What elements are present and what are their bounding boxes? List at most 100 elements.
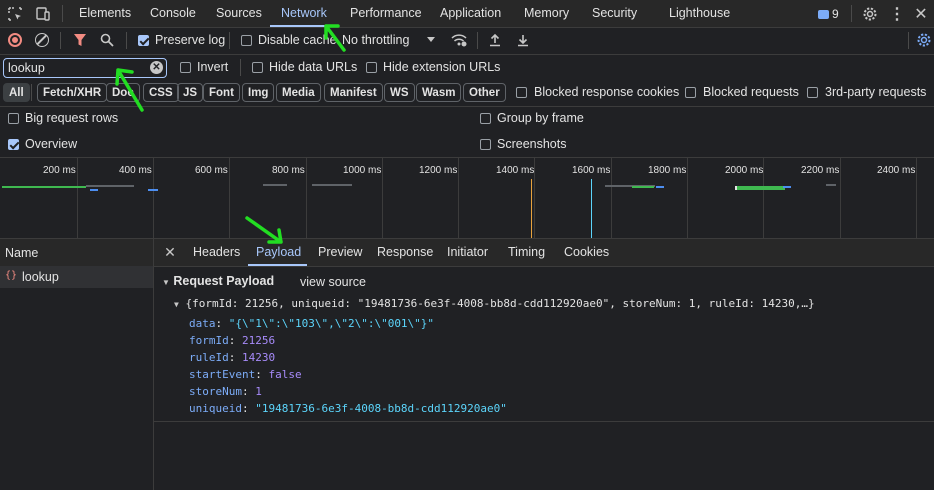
network-settings-icon[interactable] (915, 31, 933, 49)
blocked-requests-checkbox[interactable] (685, 87, 696, 98)
annotation-arrow-icon (324, 24, 346, 52)
divider (154, 266, 934, 267)
tab-security[interactable]: Security (592, 0, 637, 27)
divider (477, 32, 478, 49)
payload-value: false (268, 368, 302, 381)
request-payload-section-header[interactable]: ▼ Request Payload (162, 274, 274, 288)
colon: : (215, 317, 229, 330)
request-row[interactable]: {} lookup (0, 266, 153, 288)
timeline-bar (148, 189, 158, 191)
search-icon[interactable] (99, 32, 115, 48)
blocked-response-cookies-checkbox[interactable] (516, 87, 527, 98)
tab-cookies[interactable]: Cookies (564, 240, 609, 265)
tab-timing[interactable]: Timing (508, 240, 545, 265)
filter-icon[interactable] (72, 32, 88, 48)
blocked-requests-label: Blocked requests (703, 85, 799, 99)
hide-data-urls-checkbox[interactable] (252, 62, 263, 73)
colon: : (241, 402, 256, 415)
timeline-bar (632, 186, 654, 188)
type-filter-media[interactable]: Media (276, 83, 321, 102)
payload-field: formId: 21256 (189, 334, 275, 347)
type-filter-js[interactable]: JS (177, 83, 204, 102)
tab-memory[interactable]: Memory (524, 0, 569, 27)
divider (229, 32, 230, 49)
divider (126, 32, 127, 49)
network-conditions-icon[interactable] (450, 32, 468, 48)
disable-cache-checkbox[interactable] (241, 35, 252, 46)
preserve-log-checkbox[interactable] (138, 35, 149, 46)
payload-value: 14230 (242, 351, 276, 364)
tab-console[interactable]: Console (150, 0, 196, 27)
issues-badge[interactable]: 9 (818, 7, 839, 21)
tab-lighthouse[interactable]: Lighthouse (669, 0, 730, 27)
tab-initiator[interactable]: Initiator (447, 240, 488, 265)
group-by-frame-checkbox[interactable] (480, 113, 491, 124)
chevron-down-icon[interactable] (425, 34, 437, 46)
type-filter-fetch-xhr[interactable]: Fetch/XHR (37, 83, 108, 102)
close-devtools-icon[interactable]: ✕ (913, 5, 929, 23)
requests-header[interactable]: Name (0, 239, 153, 266)
overview-checkbox[interactable] (8, 139, 19, 150)
type-filter-all[interactable]: All (3, 83, 30, 102)
type-filter-ws[interactable]: WS (384, 83, 415, 102)
panel-divider[interactable] (153, 239, 154, 490)
close-detail-icon[interactable]: ✕ (162, 244, 178, 260)
record-button[interactable] (8, 33, 22, 47)
issues-count: 9 (832, 7, 839, 21)
payload-key: data (189, 317, 216, 330)
payload-key: uniqueid (189, 402, 242, 415)
dom-content-loaded-marker (531, 179, 532, 238)
type-filter-css[interactable]: CSS (143, 83, 179, 102)
clear-filter-icon[interactable]: ✕ (150, 61, 163, 74)
tab-elements[interactable]: Elements (79, 0, 131, 27)
type-filter-font[interactable]: Font (203, 83, 240, 102)
import-har-icon[interactable] (487, 32, 503, 48)
type-filter-img[interactable]: Img (242, 83, 275, 102)
payload-key: formId (189, 334, 229, 347)
timeline-tick: 2400 ms (877, 165, 916, 176)
device-toolbar-icon[interactable] (34, 5, 52, 23)
xhr-icon: {} (5, 270, 18, 281)
third-party-requests-checkbox[interactable] (807, 87, 818, 98)
third-party-requests-label: 3rd-party requests (825, 85, 927, 99)
tab-sources[interactable]: Sources (216, 0, 262, 27)
tab-performance[interactable]: Performance (350, 0, 422, 27)
grid-line (687, 158, 688, 238)
timeline-bar (312, 184, 352, 186)
hide-extension-urls-label: Hide extension URLs (383, 60, 501, 74)
timeline-tick: 1800 ms (648, 165, 687, 176)
payload-field: ruleId: 14230 (189, 351, 275, 364)
timeline-bar (735, 186, 785, 190)
preserve-log-label: Preserve log (155, 33, 226, 47)
big-request-rows-checkbox[interactable] (8, 113, 19, 124)
clear-button[interactable] (35, 33, 49, 47)
export-har-icon[interactable] (515, 32, 531, 48)
colon: : (255, 368, 269, 381)
throttling-select[interactable]: No throttling (342, 33, 409, 47)
view-source-link[interactable]: view source (300, 275, 366, 289)
divider (154, 421, 934, 422)
hide-extension-urls-checkbox[interactable] (366, 62, 377, 73)
hide-data-urls-label: Hide data URLs (269, 60, 358, 74)
tab-headers[interactable]: Headers (193, 240, 240, 265)
more-options-icon[interactable]: ⋮ (889, 5, 905, 23)
screenshots-checkbox[interactable] (480, 139, 491, 150)
tab-preview[interactable]: Preview (318, 240, 362, 265)
timeline-tick: 1000 ms (343, 165, 382, 176)
type-filter-manifest[interactable]: Manifest (324, 83, 383, 102)
settings-gear-icon[interactable] (861, 5, 879, 23)
grid-line (611, 158, 612, 238)
group-by-frame-label: Group by frame (497, 111, 584, 125)
invert-checkbox[interactable] (180, 62, 191, 73)
payload-summary[interactable]: ▼ {formId: 21256, uniqueid: "19481736-6e… (174, 297, 815, 310)
type-filter-wasm[interactable]: Wasm (416, 83, 462, 102)
timeline-bar (656, 186, 664, 188)
tab-application[interactable]: Application (440, 0, 501, 27)
request-payload-title: Request Payload (173, 274, 275, 288)
payload-value: "19481736-6e3f-4008-bb8d-cdd112920ae0" (255, 402, 507, 415)
timeline-bar (90, 189, 98, 191)
divider (0, 27, 934, 28)
tab-response[interactable]: Response (377, 240, 433, 265)
inspect-element-icon[interactable] (6, 5, 24, 23)
type-filter-other[interactable]: Other (463, 83, 506, 102)
